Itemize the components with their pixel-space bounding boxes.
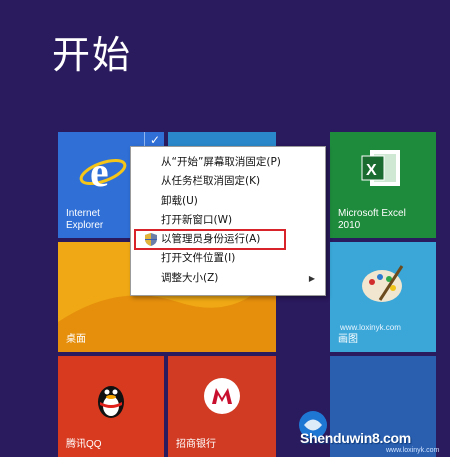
menu-item-label: 以管理员身份运行(A) (161, 233, 261, 246)
watermark-text: Shenduwin8.com (300, 430, 411, 446)
menu-item-label: 调整大小(Z) (161, 271, 219, 284)
bank-logo-icon (204, 378, 240, 414)
ie-icon: e (79, 150, 127, 194)
tile-label: 腾讯QQ (66, 439, 102, 450)
tile-label: 桌面 (66, 334, 86, 345)
menu-item-label: 从“开始”屏幕取消固定(P) (161, 156, 281, 168)
excel-icon: X (361, 150, 400, 186)
watermark-site: www.loxinyk.com (340, 323, 401, 332)
menu-item-uninstall[interactable]: 卸载(U) (131, 192, 325, 211)
svg-text:X: X (366, 162, 377, 179)
menu-item-label: 打开新窗口(W) (161, 213, 233, 226)
menu-item-resize[interactable]: 调整大小(Z) ▶ (131, 269, 325, 288)
tile-label: Internet Explorer (66, 208, 104, 231)
menu-item-open-new-window[interactable]: 打开新窗口(W) (131, 211, 325, 230)
tile-excel[interactable]: X Microsoft Excel 2010 (330, 132, 436, 238)
qq-penguin-icon (98, 386, 124, 418)
tile-bank[interactable]: 招商银行 (168, 356, 276, 457)
palette-icon (362, 265, 404, 302)
menu-item-label: 卸载(U) (161, 194, 198, 207)
menu-item-unpin-start[interactable]: 从“开始”屏幕取消固定(P) (131, 153, 325, 172)
watermark: Shenduwin8.com www.loxinyk.com (299, 404, 450, 454)
menu-item-open-file-location[interactable]: 打开文件位置(I) (131, 249, 325, 268)
menu-item-label: 从任务栏取消固定(K) (161, 175, 261, 188)
tile-paint[interactable]: 画图 (330, 242, 436, 352)
context-menu: 从“开始”屏幕取消固定(P) 从任务栏取消固定(K) 卸载(U) 打开新窗口(W… (130, 146, 326, 296)
submenu-arrow-icon: ▶ (308, 273, 315, 283)
check-icon: ✓ (149, 133, 160, 147)
watermark-url: www.loxinyk.com (386, 447, 440, 454)
tile-label: Microsoft Excel 2010 (338, 208, 406, 231)
tile-label: 招商银行 (176, 439, 216, 450)
svg-text:e: e (90, 150, 109, 194)
page-title: 开始 (52, 33, 133, 77)
tile-qq[interactable]: 腾讯QQ (58, 356, 164, 457)
menu-item-run-as-admin[interactable]: 以管理员身份运行(A) (134, 229, 286, 251)
uac-shield-icon (145, 233, 157, 247)
tile-label: 画图 (338, 334, 358, 345)
menu-item-unpin-taskbar[interactable]: 从任务栏取消固定(K) (131, 172, 325, 191)
menu-item-label: 打开文件位置(I) (161, 252, 236, 265)
